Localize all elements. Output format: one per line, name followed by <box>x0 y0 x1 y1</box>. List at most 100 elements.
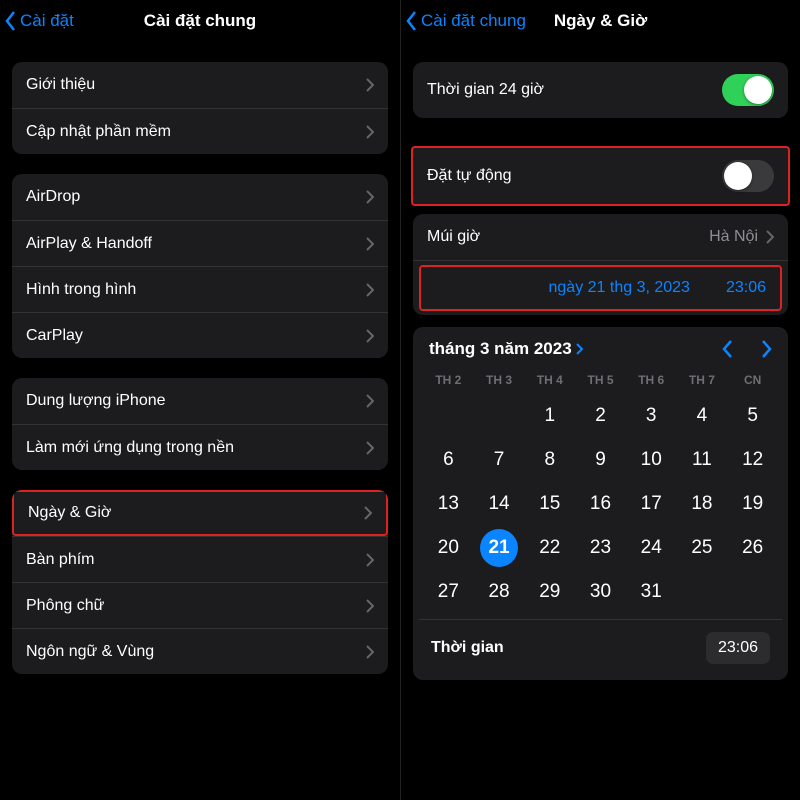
calendar-day[interactable]: 20 <box>423 529 474 567</box>
settings-row[interactable]: CarPlay <box>12 312 388 358</box>
calendar-day[interactable]: 6 <box>423 441 474 479</box>
row-label: Ngôn ngữ & Vùng <box>26 643 358 661</box>
settings-row[interactable]: AirPlay & Handoff <box>12 220 388 266</box>
row-label: Ngày & Giờ <box>28 504 356 522</box>
back-label: Cài đặt chung <box>421 11 526 31</box>
calendar-weekdays: TH 2TH 3TH 4TH 5TH 6TH 7CN <box>419 369 782 391</box>
calendar-day[interactable]: 3 <box>626 397 677 435</box>
date-time-pane: Cài đặt chung Ngày & Giờ Thời gian 24 gi… <box>400 0 800 800</box>
chevron-right-icon <box>766 230 774 244</box>
nav-bar: Cài đặt chung Ngày & Giờ <box>401 0 800 42</box>
row-label: Bàn phím <box>26 551 358 569</box>
row-datetime: ngày 21 thg 3, 2023 23:06 <box>413 260 788 315</box>
calendar-day[interactable]: 12 <box>727 441 778 479</box>
label-autoset: Đặt tự động <box>427 167 722 185</box>
calendar-day[interactable]: 9 <box>575 441 626 479</box>
label-timezone: Múi giờ <box>427 228 709 246</box>
calendar-day[interactable]: 29 <box>524 573 575 611</box>
chevron-right-icon <box>366 394 374 408</box>
row-label: CarPlay <box>26 327 358 345</box>
switch-24hour[interactable] <box>722 74 774 106</box>
calendar-month-button[interactable]: tháng 3 năm 2023 <box>429 339 584 359</box>
page-title: Ngày & Giờ <box>554 11 647 31</box>
general-settings-pane: Cài đặt Cài đặt chung Giới thiệu Cập nhật… <box>0 0 400 800</box>
chevron-right-icon <box>576 343 584 355</box>
calendar-day[interactable]: 28 <box>474 573 525 611</box>
weekday-label: CN <box>727 369 778 391</box>
calendar-day[interactable]: 13 <box>423 485 474 523</box>
calendar-day[interactable]: 10 <box>626 441 677 479</box>
calendar-day[interactable]: 22 <box>524 529 575 567</box>
calendar-day[interactable]: 16 <box>575 485 626 523</box>
prev-month-button[interactable] <box>722 339 734 359</box>
settings-row[interactable]: Ngày & Giờ <box>12 490 388 536</box>
row-label: Dung lượng iPhone <box>26 392 358 410</box>
back-button[interactable]: Cài đặt chung <box>405 10 526 32</box>
row-autoset: Đặt tự động <box>413 148 788 204</box>
settings-row[interactable]: Cập nhật phần mềm <box>12 108 388 154</box>
chevron-right-icon <box>366 645 374 659</box>
row-label: Phông chữ <box>26 597 358 615</box>
calendar-day[interactable]: 23 <box>575 529 626 567</box>
time-display[interactable]: 23:06 <box>726 279 766 297</box>
weekday-label: TH 7 <box>677 369 728 391</box>
calendar-day[interactable]: 24 <box>626 529 677 567</box>
calendar-day[interactable]: 21 <box>480 529 518 567</box>
chevron-right-icon <box>366 283 374 297</box>
back-button[interactable]: Cài đặt <box>4 10 74 32</box>
calendar-day[interactable]: 11 <box>677 441 728 479</box>
date-display[interactable]: ngày 21 thg 3, 2023 <box>549 279 690 297</box>
group-autoset: Đặt tự động <box>411 146 790 206</box>
settings-row[interactable]: Bàn phím <box>12 536 388 582</box>
calendar-day[interactable]: 19 <box>727 485 778 523</box>
calendar-day[interactable]: 8 <box>524 441 575 479</box>
chevron-right-icon <box>364 506 372 520</box>
settings-row[interactable]: Giới thiệu <box>12 62 388 108</box>
calendar-day[interactable]: 1 <box>524 397 575 435</box>
settings-row[interactable]: Dung lượng iPhone <box>12 378 388 424</box>
weekday-label: TH 4 <box>524 369 575 391</box>
calendar-time-value[interactable]: 23:06 <box>706 632 770 664</box>
label-24hour: Thời gian 24 giờ <box>427 81 722 99</box>
row-label: Giới thiệu <box>26 76 358 94</box>
settings-row[interactable]: Phông chữ <box>12 582 388 628</box>
switch-autoset[interactable] <box>722 160 774 192</box>
calendar-day[interactable]: 17 <box>626 485 677 523</box>
group-24hour: Thời gian 24 giờ <box>413 62 788 118</box>
calendar-day[interactable]: 26 <box>727 529 778 567</box>
settings-row[interactable]: Làm mới ứng dụng trong nền <box>12 424 388 470</box>
settings-row[interactable]: AirDrop <box>12 174 388 220</box>
calendar-time-row: Thời gian 23:06 <box>419 619 782 676</box>
calendar-day[interactable]: 18 <box>677 485 728 523</box>
value-timezone: Hà Nội <box>709 228 758 246</box>
calendar-day[interactable]: 25 <box>677 529 728 567</box>
calendar-day[interactable]: 5 <box>727 397 778 435</box>
calendar-day[interactable]: 31 <box>626 573 677 611</box>
weekday-label: TH 5 <box>575 369 626 391</box>
calendar-time-label: Thời gian <box>431 639 706 657</box>
calendar-day[interactable]: 15 <box>524 485 575 523</box>
calendar-day[interactable]: 27 <box>423 573 474 611</box>
calendar-header: tháng 3 năm 2023 <box>419 339 782 369</box>
row-timezone[interactable]: Múi giờ Hà Nội <box>413 214 788 260</box>
back-label: Cài đặt <box>20 11 74 31</box>
group-device: Ngày & Giờ Bàn phím Phông chữ Ngôn ngữ & Vù… <box>12 490 388 674</box>
calendar-day[interactable]: 14 <box>474 485 525 523</box>
chevron-right-icon <box>366 553 374 567</box>
chevron-left-icon <box>4 10 18 32</box>
calendar-day[interactable]: 4 <box>677 397 728 435</box>
calendar-day[interactable]: 2 <box>575 397 626 435</box>
group-connectivity: AirDrop AirPlay & Handoff Hình trong hình C… <box>12 174 388 358</box>
calendar-day[interactable]: 7 <box>474 441 525 479</box>
chevron-right-icon <box>366 441 374 455</box>
row-24hour: Thời gian 24 giờ <box>413 62 788 118</box>
settings-row[interactable]: Ngôn ngữ & Vùng <box>12 628 388 674</box>
next-month-button[interactable] <box>760 339 772 359</box>
group-storage: Dung lượng iPhone Làm mới ứng dụng trong … <box>12 378 388 470</box>
calendar-day[interactable]: 30 <box>575 573 626 611</box>
calendar-nav <box>722 339 772 359</box>
page-title: Cài đặt chung <box>144 11 256 31</box>
group-timezone-date: Múi giờ Hà Nội ngày 21 thg 3, 2023 23:06 <box>413 214 788 315</box>
row-label: AirPlay & Handoff <box>26 235 358 253</box>
settings-row[interactable]: Hình trong hình <box>12 266 388 312</box>
